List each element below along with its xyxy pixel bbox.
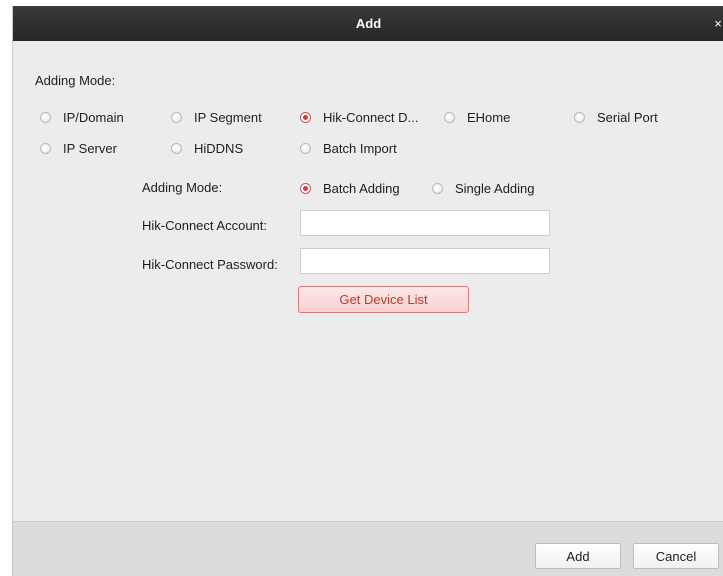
radio-label: EHome xyxy=(467,109,511,125)
dialog-titlebar[interactable]: Add × xyxy=(13,6,723,41)
radio-label: IP Server xyxy=(63,140,117,156)
add-button[interactable]: Add xyxy=(535,543,621,569)
radio-hik-connect[interactable]: Hik-Connect D... xyxy=(300,108,418,126)
password-label: Hik-Connect Password: xyxy=(142,257,278,272)
add-device-dialog: Add × Adding Mode: IP/Domain IP Segment … xyxy=(12,6,723,576)
get-device-list-button[interactable]: Get Device List xyxy=(298,286,469,313)
close-icon[interactable]: × xyxy=(712,6,723,41)
radio-ip-domain[interactable]: IP/Domain xyxy=(40,108,124,126)
radio-circle-checked xyxy=(300,182,311,194)
dialog-title: Add xyxy=(355,16,382,31)
radio-hiddns[interactable]: HiDDNS xyxy=(171,139,243,157)
radio-label: HiDDNS xyxy=(194,140,244,156)
account-label: Hik-Connect Account: xyxy=(142,218,268,233)
radio-label: Batch Import xyxy=(323,140,397,156)
radio-ip-segment[interactable]: IP Segment xyxy=(171,108,262,126)
radio-circle-checked xyxy=(300,111,311,123)
sub-adding-mode-label: Adding Mode: xyxy=(142,180,223,195)
radio-circle xyxy=(444,111,455,123)
radio-label: Hik-Connect D... xyxy=(323,109,419,125)
radio-single-adding[interactable]: Single Adding xyxy=(432,179,535,197)
account-input[interactable] xyxy=(300,210,550,236)
radio-batch-import[interactable]: Batch Import xyxy=(300,139,397,157)
cancel-button[interactable]: Cancel xyxy=(633,543,719,569)
radio-label: Single Adding xyxy=(455,180,535,196)
radio-batch-adding[interactable]: Batch Adding xyxy=(300,179,400,197)
radio-label: Serial Port xyxy=(597,109,658,125)
radio-ip-server[interactable]: IP Server xyxy=(40,139,117,157)
radio-ehome[interactable]: EHome xyxy=(444,108,510,126)
dialog-footer: Add Cancel xyxy=(13,521,723,576)
adding-mode-label: Adding Mode: xyxy=(35,73,116,88)
radio-circle xyxy=(300,142,311,154)
radio-circle xyxy=(171,111,182,123)
password-input[interactable] xyxy=(300,248,550,274)
radio-circle xyxy=(40,111,51,123)
radio-label: IP/Domain xyxy=(63,109,124,125)
radio-circle xyxy=(171,142,182,154)
radio-serial-port[interactable]: Serial Port xyxy=(574,108,658,126)
radio-label: Batch Adding xyxy=(323,180,400,196)
radio-circle xyxy=(40,142,51,154)
radio-circle xyxy=(574,111,585,123)
radio-circle xyxy=(432,182,443,194)
radio-label: IP Segment xyxy=(194,109,262,125)
